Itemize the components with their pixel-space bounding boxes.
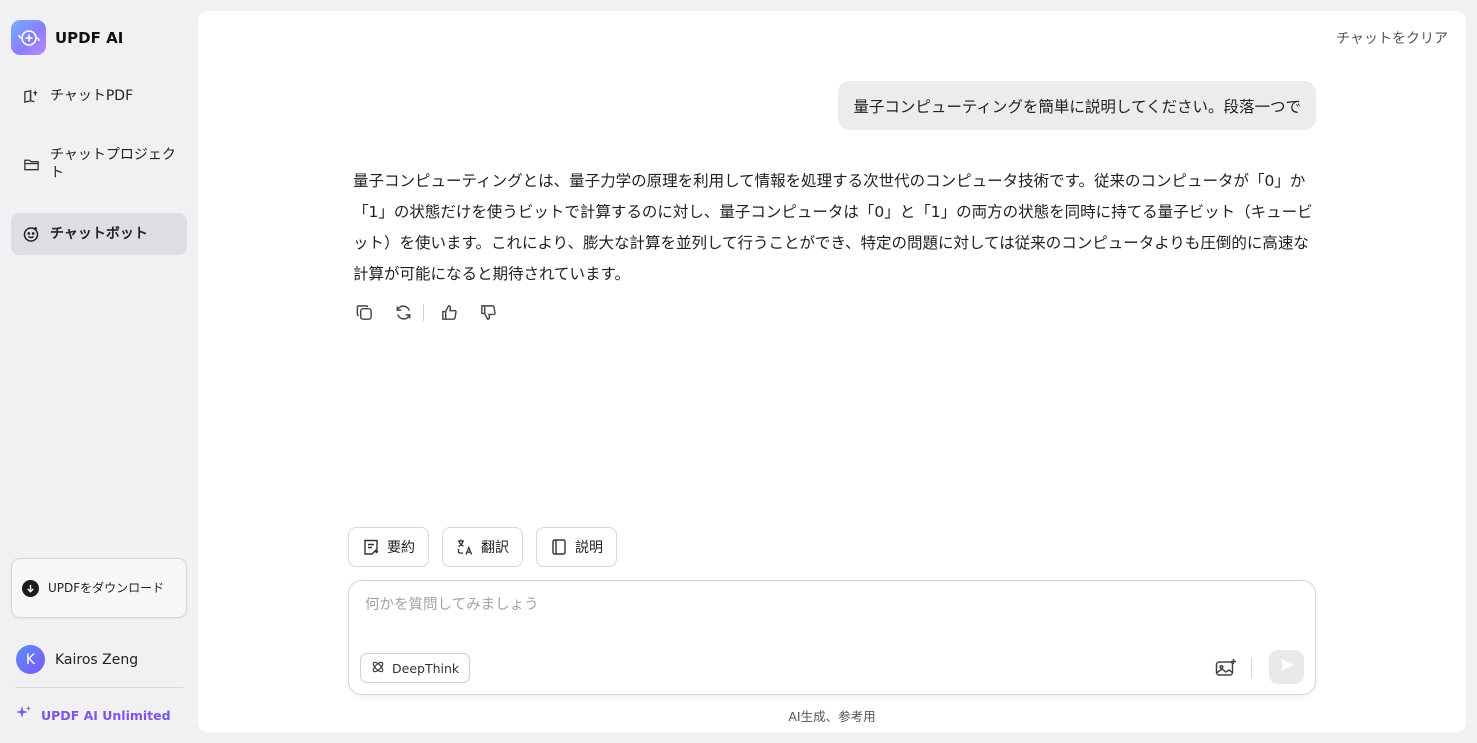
sidebar-item-label: チャットPDF bbox=[50, 88, 134, 104]
app-name: UPDF AI bbox=[55, 28, 124, 47]
translate-label: 翻訳 bbox=[481, 540, 509, 556]
book-chat-icon bbox=[22, 87, 40, 105]
clear-chat-button[interactable]: チャットをクリア bbox=[1336, 28, 1448, 48]
folder-icon bbox=[22, 155, 40, 173]
user-message: 量子コンピューティングを簡単に説明してください。段落一つで bbox=[838, 81, 1316, 130]
user-profile[interactable]: K Kairos Zeng bbox=[16, 645, 138, 674]
composer-divider bbox=[1251, 658, 1252, 678]
actions-divider bbox=[423, 303, 424, 321]
explain-label: 説明 bbox=[575, 540, 603, 556]
sidebar-item-label: チャットプロジェクト bbox=[50, 147, 176, 181]
explain-button[interactable]: 説明 bbox=[536, 527, 617, 567]
sidebar: UPDF AI チャットPDF チャットプロジェクト チャットボット UPDFを… bbox=[0, 0, 198, 743]
download-icon bbox=[22, 579, 39, 597]
translate-icon bbox=[456, 538, 474, 556]
send-button[interactable] bbox=[1269, 650, 1304, 684]
regenerate-icon[interactable] bbox=[392, 301, 414, 323]
sidebar-item-chat-pdf[interactable]: チャットPDF bbox=[11, 78, 187, 114]
thumbs-up-icon[interactable] bbox=[438, 301, 460, 323]
message-input[interactable] bbox=[365, 597, 1265, 613]
download-label: UPDFをダウンロード bbox=[48, 580, 165, 595]
unlimited-label: UPDF AI Unlimited bbox=[41, 707, 171, 723]
sidebar-item-chatbot[interactable]: チャットボット bbox=[11, 213, 187, 255]
ai-disclaimer: AI生成、参考用 bbox=[788, 709, 876, 724]
updf-logo-icon bbox=[11, 20, 46, 55]
summarize-button[interactable]: 要約 bbox=[348, 527, 429, 567]
atom-icon bbox=[371, 660, 385, 677]
avatar: K bbox=[16, 645, 45, 674]
send-icon bbox=[1279, 657, 1295, 677]
quick-actions: 要約 翻訳 説明 bbox=[348, 527, 617, 567]
message-actions bbox=[353, 301, 516, 323]
deepthink-toggle[interactable]: DeepThink bbox=[360, 653, 471, 683]
message-composer: DeepThink bbox=[348, 580, 1316, 695]
assistant-message: 量子コンピューティングとは、量子力学の原理を利用して情報を処理する次世代のコンピ… bbox=[353, 172, 1313, 283]
chat-panel: チャットをクリア 量子コンピューティングを簡単に説明してください。段落一つで 量… bbox=[198, 11, 1466, 732]
unlimited-link[interactable]: UPDF AI Unlimited bbox=[16, 705, 171, 725]
bot-face-icon bbox=[22, 225, 40, 243]
summarize-icon bbox=[362, 538, 380, 556]
deepthink-label: DeepThink bbox=[392, 660, 460, 676]
sparkle-icon bbox=[16, 705, 32, 725]
summarize-label: 要約 bbox=[387, 540, 415, 556]
image-upload-icon[interactable] bbox=[1213, 655, 1239, 681]
sidebar-divider bbox=[15, 687, 183, 688]
copy-icon[interactable] bbox=[353, 301, 375, 323]
brand: UPDF AI bbox=[11, 20, 123, 55]
book-icon bbox=[550, 538, 568, 556]
sidebar-item-chat-project[interactable]: チャットプロジェクト bbox=[11, 138, 187, 190]
translate-button[interactable]: 翻訳 bbox=[442, 527, 523, 567]
sidebar-item-label: チャットボット bbox=[50, 226, 148, 242]
user-name: Kairos Zeng bbox=[55, 651, 139, 668]
download-updf-button[interactable]: UPDFをダウンロード bbox=[11, 558, 187, 618]
thumbs-down-icon[interactable] bbox=[477, 301, 499, 323]
